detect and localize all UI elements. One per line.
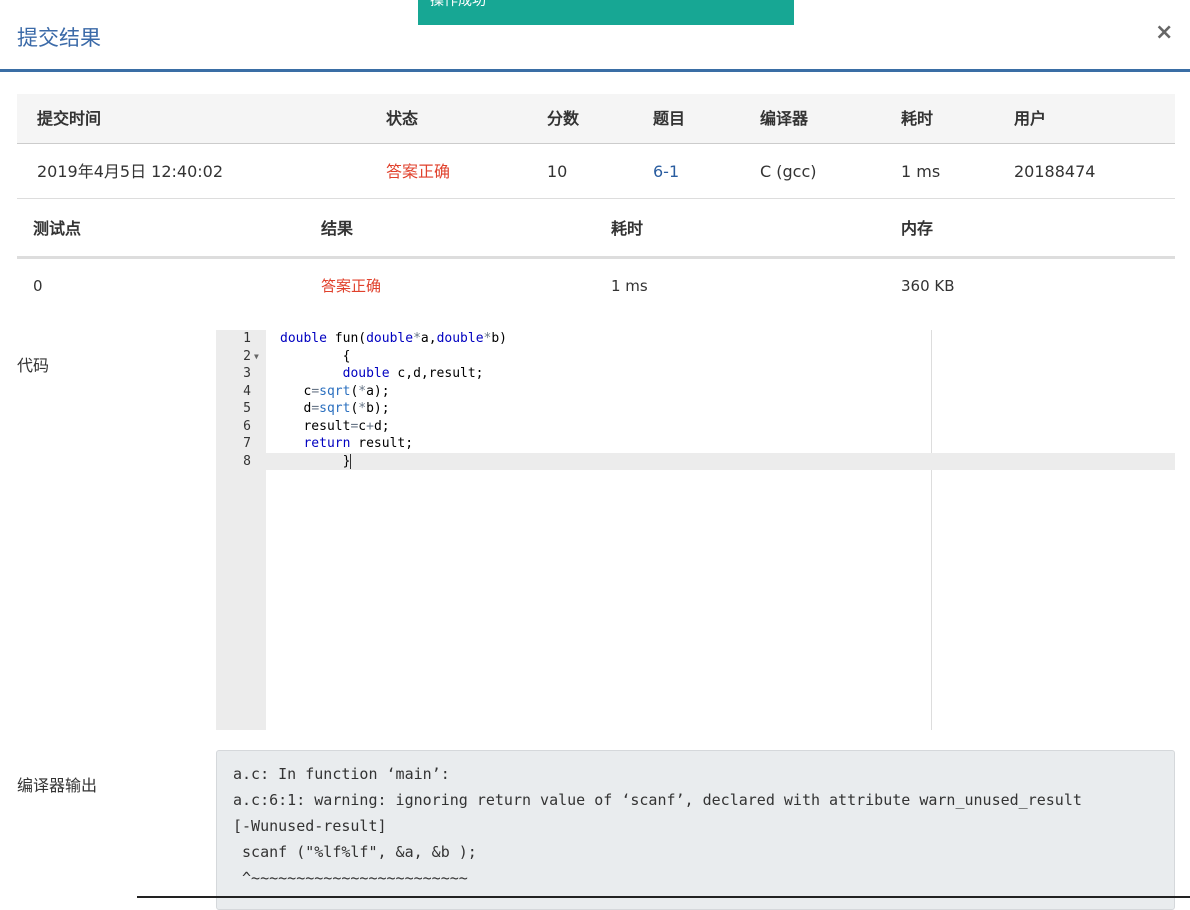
success-toast: 操作成功 [418,0,794,25]
code-line: 5 d=sqrt(*b); [216,400,1175,418]
line-number: 8 [243,453,251,469]
header-submit-time: 提交时间 [37,109,102,128]
line-number: 7 [243,436,251,451]
test-results-table: 测试点 结果 耗时 内存 0 答案正确 1 ms 360 KB [17,199,1175,313]
line-number: 5 [243,401,251,416]
line-number: 1 [243,331,251,346]
code-line: 3 double c,d,result; [216,365,1175,383]
compiler-output-box: a.c: In function ‘main’: a.c:6:1: warnin… [216,750,1175,910]
code-editor[interactable]: 1 double fun(double*a,double*b) 2 ▼ { 3 … [216,330,1175,730]
header-test-point: 测试点 [33,219,82,238]
header-memory: 内存 [901,219,934,238]
problem-link[interactable]: 6-1 [653,144,679,199]
output-line: a.c: In function ‘main’: [233,765,450,783]
output-line: a.c:6:1: warning: ignoring return value … [233,791,1082,809]
code-line: 1 double fun(double*a,double*b) [216,330,1175,348]
output-line: ^~~~~~~~~~~~~~~~~~~~~~~~~ [233,869,468,887]
toast-text: 操作成功 [430,0,486,9]
line-number: 2 [243,348,251,364]
test-point: 0 [33,277,43,295]
header-user: 用户 [1014,109,1047,128]
fold-arrow-icon[interactable]: ▼ [254,348,259,366]
test-result: 答案正确 [321,277,382,295]
header-score: 分数 [547,109,580,128]
header-compiler: 编译器 [760,109,809,128]
user-value: 20188474 [1014,162,1096,181]
header-test-duration: 耗时 [611,219,644,238]
line-number: 4 [243,383,251,399]
submit-time: 2019年4月5日 12:40:02 [37,162,224,181]
test-memory: 360 KB [901,277,955,295]
test-duration: 1 ms [611,277,648,295]
test-row: 0 答案正确 1 ms 360 KB [17,259,1175,313]
score-value: 10 [547,162,568,181]
header-status: 状态 [386,109,419,128]
compiler-output-label: 编译器输出 [17,776,98,795]
code-line: 6 result=c+d; [216,418,1175,436]
line-number: 3 [243,366,251,381]
status-value: 答案正确 [386,162,451,181]
output-line: scanf ("%lf%lf", &a, &b ); [233,843,477,861]
duration-value: 1 ms [901,162,941,181]
summary-row: 2019年4月5日 12:40:02 答案正确 10 6-1 C (gcc) 1… [17,144,1175,199]
output-line: [-Wunused-result] [233,817,387,835]
header-duration: 耗时 [901,109,934,128]
dialog-title: 提交结果 [17,26,101,50]
header-problem: 题目 [653,109,686,128]
code-line: 7 return result; [216,435,1175,453]
close-icon[interactable]: × [1155,20,1173,45]
code-label: 代码 [17,356,50,375]
code-line: 4 c=sqrt(*a); [216,383,1175,401]
header-result: 结果 [321,219,354,238]
submission-summary-table: 提交时间 状态 分数 题目 编译器 耗时 用户 2019年4月5日 12:40:… [17,94,1175,199]
compiler-value: C (gcc) [760,162,817,181]
tests-header-row: 测试点 结果 耗时 内存 [17,199,1175,259]
summary-header-row: 提交时间 状态 分数 题目 编译器 耗时 用户 [17,94,1175,144]
code-line-active: 8 } [216,452,1175,470]
line-number: 6 [243,418,251,434]
code-line: 2 ▼ { [216,348,1175,366]
